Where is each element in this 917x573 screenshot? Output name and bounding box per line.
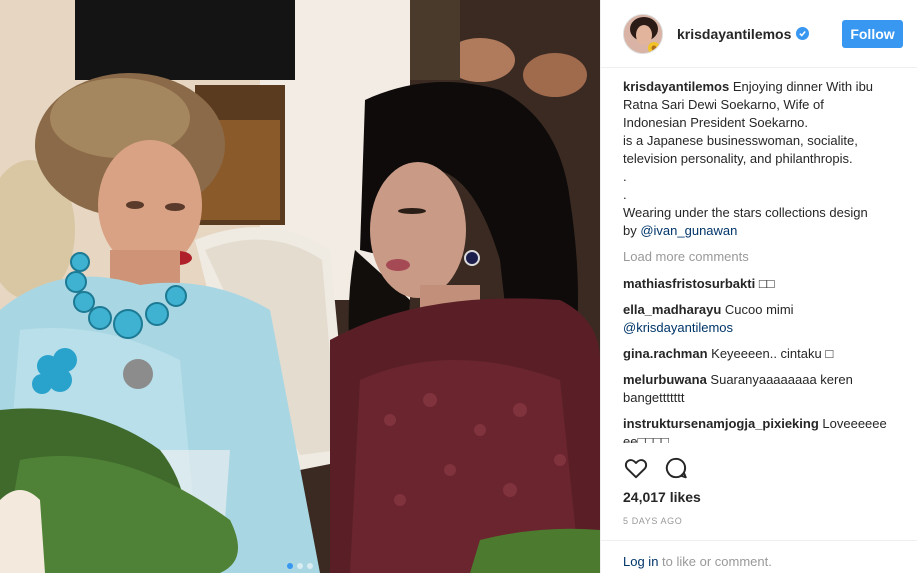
comment-item: instruktursenamjogja_pixieking Loveeeeee… (623, 415, 907, 443)
caption-line: krisdayantilemos Enjoying dinner With ib… (623, 78, 907, 96)
comments-list[interactable]: krisdayantilemos Enjoying dinner With ib… (623, 78, 907, 443)
photo-scene (0, 0, 600, 573)
caption-line: Indonesian President Soekarno. (623, 115, 809, 130)
caption-line: Ratna Sari Dewi Soekarno, Wife of (623, 97, 824, 112)
carousel-dot[interactable] (307, 563, 313, 569)
caption-mention-link[interactable]: @ivan_gunawan (640, 223, 737, 238)
avatar[interactable] (623, 13, 663, 54)
post-date[interactable]: 5 DAYS AGO (623, 516, 682, 526)
follow-button[interactable]: Follow (842, 19, 903, 48)
comment-item: melurbuwana Suaranyaaaaaaaa keren banget… (623, 371, 907, 407)
comment-username[interactable]: gina.rachman (623, 346, 708, 361)
caption-line: . (623, 169, 627, 184)
comment-text: Cucoo mimi (724, 302, 794, 317)
comment-text: Keyeeeen.. cintaku □ (711, 346, 834, 361)
comment-username[interactable]: instruktursenamjogja_pixieking (623, 416, 819, 431)
caption-line: is a Japanese businesswoman, socialite, (623, 133, 858, 148)
carousel-dots[interactable] (0, 563, 600, 569)
header-username-container: krisdayantilemos (677, 26, 842, 42)
login-footer-text: to like or comment. (658, 554, 772, 569)
carousel-dot-active[interactable] (287, 563, 293, 569)
load-more-comments-link[interactable]: Load more comments (623, 248, 907, 266)
comment-mention-link[interactable]: @krisdayantilemos (623, 320, 733, 335)
caption: krisdayantilemos Enjoying dinner With ib… (623, 78, 907, 240)
caption-username[interactable]: krisdayantilemos (623, 79, 729, 94)
carousel-dot[interactable] (297, 563, 303, 569)
comment-item: mathiasfristosurbakti □□ (623, 275, 907, 293)
verified-badge-icon (796, 27, 810, 40)
checkmark-icon (799, 31, 807, 37)
login-link[interactable]: Log in (623, 554, 658, 569)
likes-count[interactable]: 24,017 likes (623, 489, 701, 505)
comment-item: gina.rachman Keyeeeen.. cintaku □ (623, 345, 907, 363)
caption-line: Wearing under the stars collections desi… (623, 205, 868, 220)
caption-text: by (623, 223, 641, 238)
login-footer: Log in to like or comment. (601, 540, 917, 573)
caption-text: Enjoying dinner With ibu (732, 79, 874, 94)
heart-icon[interactable] (623, 455, 649, 481)
avatar-image (624, 14, 662, 53)
caption-line: . (623, 187, 627, 202)
post-header: krisdayantilemos Follow (601, 0, 917, 68)
header-username[interactable]: krisdayantilemos (677, 26, 791, 42)
comment-username[interactable]: melurbuwana (623, 372, 707, 387)
comment-username[interactable]: ella_madharayu (623, 302, 721, 317)
comment-text: □□ (758, 276, 775, 291)
comment-icon[interactable] (663, 455, 689, 481)
comment-item: ella_madharayu Cucoo mimi @krisdayantile… (623, 301, 907, 337)
post-photo[interactable] (0, 0, 600, 573)
post-side-panel: krisdayantilemos Follow krisdayantilemos… (600, 0, 917, 573)
comment-username[interactable]: mathiasfristosurbakti (623, 276, 755, 291)
caption-line: by @ivan_gunawan (623, 222, 907, 240)
caption-line: television personality, and philanthropi… (623, 151, 853, 166)
post-actions (623, 455, 689, 481)
